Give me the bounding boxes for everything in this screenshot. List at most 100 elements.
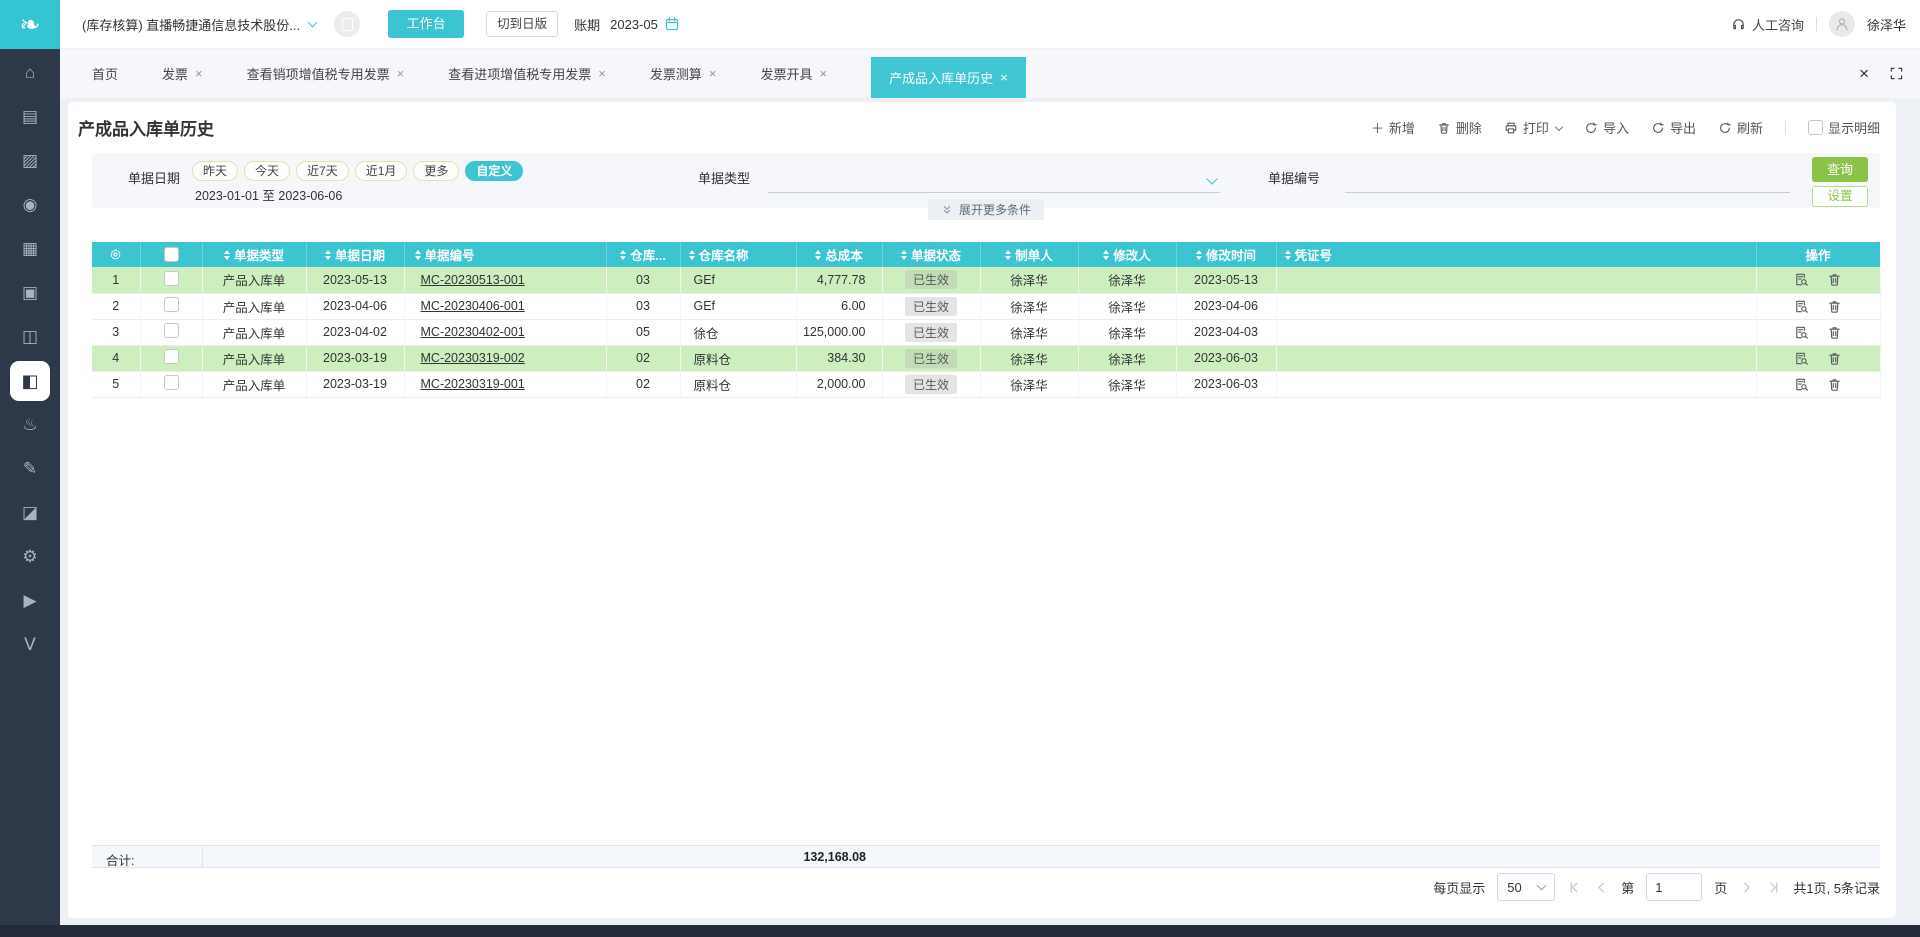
row-checkbox[interactable]	[164, 375, 179, 390]
view-doc-icon[interactable]	[1794, 325, 1809, 340]
close-icon[interactable]: ×	[709, 66, 717, 81]
row-checkbox[interactable]	[164, 349, 179, 364]
tab-home[interactable]: 首页	[92, 64, 118, 83]
column-doc-code[interactable]: 单据编号	[404, 242, 606, 267]
sort-icon[interactable]	[1005, 250, 1011, 260]
column-maker[interactable]: 制单人	[980, 242, 1078, 267]
close-icon[interactable]: ×	[195, 66, 203, 81]
sidebar-item-inventory[interactable]: ◧	[10, 361, 50, 401]
column-settings[interactable]	[92, 242, 140, 267]
export-button[interactable]: 导出	[1651, 118, 1696, 137]
doc-type-select[interactable]	[768, 169, 1220, 193]
column-voucher[interactable]: 凭证号	[1276, 242, 1756, 267]
sidebar-item-contracts[interactable]: ✎	[8, 447, 52, 491]
column-modifier[interactable]: 修改人	[1078, 242, 1176, 267]
table-row[interactable]: 4 产品入库单 2023-03-19 MC-20230319-002 02 原料…	[92, 345, 1880, 371]
fullscreen-icon[interactable]	[1889, 66, 1904, 81]
tab-input-vat[interactable]: 查看进项增值税专用发票×	[448, 64, 606, 83]
table-row[interactable]: 3 产品入库单 2023-04-02 MC-20230402-001 05 徐仓…	[92, 319, 1880, 345]
view-doc-icon[interactable]	[1794, 299, 1809, 314]
next-page-icon[interactable]	[1739, 880, 1754, 895]
sidebar-item-media[interactable]: ▶	[8, 579, 52, 623]
avatar[interactable]	[1829, 11, 1855, 37]
close-icon[interactable]: ×	[598, 66, 606, 81]
table-row[interactable]: 2 产品入库单 2023-04-06 MC-20230406-001 03 GE…	[92, 293, 1880, 319]
last-page-icon[interactable]	[1766, 880, 1781, 895]
sidebar-item-settings[interactable]: ⚙	[8, 535, 52, 579]
sidebar-item-invoices[interactable]: ▤	[8, 95, 52, 139]
delete-row-icon[interactable]	[1827, 272, 1842, 287]
pill-last7days[interactable]: 近7天	[296, 161, 349, 181]
column-doc-type[interactable]: 单据类型	[202, 242, 306, 267]
pill-custom[interactable]: 自定义	[465, 161, 523, 181]
column-warehouse-name[interactable]: 仓库名称	[680, 242, 796, 267]
doc-code-link[interactable]: MC-20230513-001	[421, 273, 525, 287]
expand-more-button[interactable]: 展开更多条件	[928, 199, 1044, 220]
select-all-checkbox[interactable]	[164, 247, 179, 262]
tab-output-vat[interactable]: 查看销项增值税专用发票×	[247, 64, 405, 83]
switch-version-button[interactable]: 切到日版	[486, 11, 558, 37]
sidebar-item-service[interactable]: ♨	[8, 403, 52, 447]
first-page-icon[interactable]	[1567, 880, 1582, 895]
table-row[interactable]: 5 产品入库单 2023-03-19 MC-20230319-001 02 原料…	[92, 371, 1880, 397]
row-checkbox[interactable]	[164, 323, 179, 338]
doc-code-link[interactable]: MC-20230402-001	[421, 325, 525, 339]
delete-row-icon[interactable]	[1827, 351, 1842, 366]
print-button[interactable]: 打印	[1504, 118, 1562, 137]
column-modified-time[interactable]: 修改时间	[1176, 242, 1276, 267]
column-warehouse[interactable]: 仓库...	[606, 242, 680, 267]
show-detail-checkbox[interactable]	[1808, 120, 1823, 135]
doc-code-link[interactable]: MC-20230319-002	[421, 351, 525, 365]
sidebar-item-home[interactable]: ⌂	[8, 51, 52, 95]
filter-settings-button[interactable]: 设置	[1812, 186, 1868, 207]
workbench-button[interactable]: 工作台	[388, 10, 464, 38]
tab-invoice[interactable]: 发票×	[162, 64, 203, 83]
sidebar-item-ledger[interactable]: ▦	[8, 227, 52, 271]
pill-more[interactable]: 更多	[413, 161, 459, 181]
username[interactable]: 徐泽华	[1867, 15, 1906, 34]
period-value[interactable]: 2023-05	[610, 17, 658, 32]
delete-button[interactable]: 删除	[1437, 118, 1482, 137]
doc-code-link[interactable]: MC-20230319-001	[421, 377, 525, 391]
doc-number-input[interactable]	[1345, 169, 1790, 193]
sort-icon[interactable]	[224, 250, 230, 260]
tab-receipt-history[interactable]: 产成品入库单历史×	[871, 57, 1026, 98]
sidebar-item-reports[interactable]: ▨	[8, 139, 52, 183]
column-cost[interactable]: 总成本	[796, 242, 882, 267]
import-button[interactable]: 导入	[1584, 118, 1629, 137]
sort-icon[interactable]	[620, 250, 626, 260]
sidebar-item-goods[interactable]: ◫	[8, 315, 52, 359]
query-button[interactable]: 查询	[1812, 157, 1868, 182]
prev-page-icon[interactable]	[1594, 880, 1609, 895]
tab-invoice-issue[interactable]: 发票开具×	[760, 64, 827, 83]
add-button[interactable]: ＋新增	[1371, 118, 1415, 137]
sidebar-item-assets[interactable]: ◪	[8, 491, 52, 535]
app-logo[interactable]: ❧	[0, 0, 60, 49]
refresh-button[interactable]: 刷新	[1718, 118, 1763, 137]
row-checkbox[interactable]	[164, 297, 179, 312]
per-page-select[interactable]: 50	[1497, 873, 1555, 901]
delete-row-icon[interactable]	[1827, 377, 1842, 392]
doc-code-link[interactable]: MC-20230406-001	[421, 299, 525, 313]
close-icon[interactable]: ×	[819, 66, 827, 81]
pill-last-month[interactable]: 近1月	[355, 161, 408, 181]
sort-icon[interactable]	[415, 250, 421, 260]
sort-icon[interactable]	[325, 250, 331, 260]
select-all-header[interactable]	[140, 242, 202, 267]
close-all-icon[interactable]: ×	[1859, 64, 1869, 84]
page-number-input[interactable]	[1646, 873, 1702, 901]
sort-icon[interactable]	[689, 250, 695, 260]
support-button[interactable]: 人工咨询	[1731, 15, 1804, 34]
column-doc-date[interactable]: 单据日期	[306, 242, 404, 267]
view-doc-icon[interactable]	[1794, 351, 1809, 366]
column-status[interactable]: 单据状态	[882, 242, 980, 267]
tab-invoice-calc[interactable]: 发票测算×	[650, 64, 717, 83]
close-icon[interactable]: ×	[1000, 70, 1008, 85]
view-doc-icon[interactable]	[1794, 377, 1809, 392]
daily-report-icon[interactable]	[334, 11, 360, 37]
sidebar-item-vouchers[interactable]: ▣	[8, 271, 52, 315]
pill-today[interactable]: 今天	[244, 161, 290, 181]
show-detail-toggle[interactable]: 显示明细	[1808, 118, 1880, 137]
sort-icon[interactable]	[1103, 250, 1109, 260]
row-checkbox[interactable]	[164, 271, 179, 286]
